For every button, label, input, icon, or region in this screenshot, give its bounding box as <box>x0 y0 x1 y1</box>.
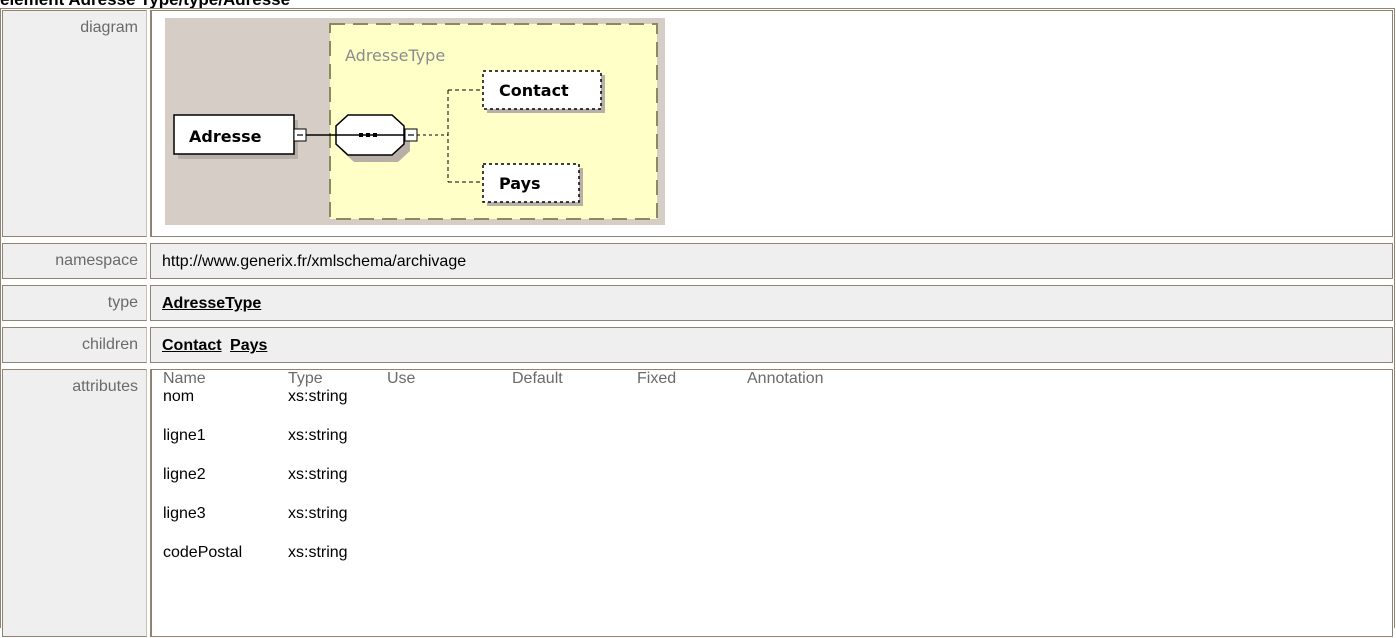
attr-type: xs:string <box>288 505 348 522</box>
col-default: Default <box>512 370 563 387</box>
row-label-attributes: attributes <box>2 369 147 637</box>
col-annotation: Annotation <box>747 370 824 387</box>
attr-type: xs:string <box>288 466 348 483</box>
schema-diagram: AdresseType Adresse Contact Pays <box>165 18 665 225</box>
table-row: ligne2 xs:string <box>163 466 839 505</box>
col-name: Name <box>163 370 206 387</box>
col-fixed: Fixed <box>637 370 677 387</box>
child-link-pays[interactable]: Pays <box>230 337 267 354</box>
attr-name: ligne2 <box>163 466 206 483</box>
element-doc-table: diagram AdresseType Adresse Contact Pays… <box>0 8 1395 637</box>
attr-type: xs:string <box>288 388 348 405</box>
children-value-cell: Contact Pays <box>150 327 1393 363</box>
complex-type-label: AdresseType <box>345 46 445 65</box>
diagram-cell: AdresseType Adresse Contact Pays <box>150 10 1393 237</box>
namespace-row: namespace http://www.generix.fr/xmlschem… <box>1 242 1394 280</box>
attributes-header-row: Name Type Use Default Fixed Annotation <box>163 370 839 388</box>
schema-diagram-svg: AdresseType Adresse Contact Pays <box>173 23 658 220</box>
children-row: children Contact Pays <box>1 326 1394 364</box>
table-row: codePostal xs:string <box>163 544 839 583</box>
attr-type: xs:string <box>288 544 348 561</box>
row-label-children: children <box>2 327 147 363</box>
attr-name: nom <box>163 388 195 405</box>
attributes-value-cell: Name Type Use Default Fixed Annotation n… <box>150 369 1393 637</box>
type-value-cell: AdresseType <box>150 285 1393 321</box>
diagram-row: diagram AdresseType Adresse Contact Pays <box>1 9 1394 238</box>
type-row: type AdresseType <box>1 284 1394 322</box>
attr-name: codePostal <box>163 544 243 561</box>
row-label-diagram: diagram <box>2 10 147 237</box>
child-pays-label: Pays <box>499 174 541 193</box>
child-contact-label: Contact <box>499 81 569 100</box>
table-row: nom xs:string <box>163 388 839 427</box>
table-row: ligne3 xs:string <box>163 505 839 544</box>
type-link[interactable]: AdresseType <box>162 295 261 312</box>
child-link-contact[interactable]: Contact <box>162 337 222 354</box>
row-label-namespace: namespace <box>2 243 147 279</box>
col-type: Type <box>288 370 323 387</box>
attributes-row: attributes Name Type Use Default Fixed A… <box>1 368 1394 638</box>
attr-type: xs:string <box>288 427 348 444</box>
attr-name: ligne1 <box>163 427 206 444</box>
row-label-type: type <box>2 285 147 321</box>
attributes-table: Name Type Use Default Fixed Annotation n… <box>163 370 839 583</box>
element-adresse-label: Adresse <box>189 127 262 146</box>
namespace-value: http://www.generix.fr/xmlschema/archivag… <box>150 243 1393 279</box>
col-use: Use <box>387 370 416 387</box>
attr-name: ligne3 <box>163 505 206 522</box>
table-row: ligne1 xs:string <box>163 427 839 466</box>
